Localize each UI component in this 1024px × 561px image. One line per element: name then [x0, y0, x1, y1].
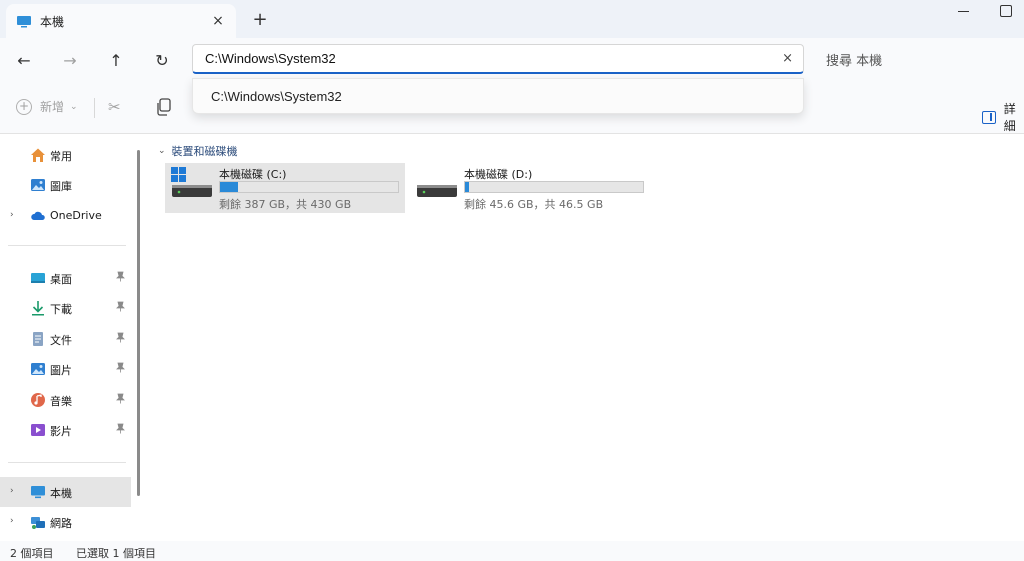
sidebar-item-videos[interactable]: 影片: [0, 415, 131, 445]
pin-icon[interactable]: [116, 423, 125, 437]
plus-icon: +: [16, 98, 32, 115]
sidebar-item-onedrive[interactable]: › OneDrive: [0, 201, 131, 231]
tab-strip: 本機 × +: [0, 0, 1024, 38]
tab-title: 本機: [40, 14, 65, 29]
refresh-button[interactable]: ↻: [148, 46, 176, 74]
sidebar-item-label: 圖庫: [50, 180, 72, 193]
sidebar-item-label: 網路: [50, 517, 72, 530]
chevron-right-icon[interactable]: ›: [10, 210, 14, 220]
chevron-down-icon: ⌄: [70, 101, 78, 112]
suggestion-item[interactable]: C:\Windows\System32: [211, 89, 342, 104]
selection-count: 已選取 1 個項目: [76, 547, 156, 560]
drive-c[interactable]: 本機磁碟 (C:) 剩餘 387 GB，共 430 GB: [165, 163, 405, 213]
address-suggestions: C:\Windows\System32: [192, 78, 804, 114]
divider: [94, 98, 95, 118]
windows-drive-icon: [171, 167, 213, 201]
drive-free-space: 剩餘 45.6 GB，共 46.5 GB: [464, 198, 604, 211]
pc-icon: [16, 15, 32, 28]
divider: [8, 245, 126, 246]
drive-name: 本機磁碟 (C:): [219, 168, 287, 181]
home-icon: [30, 147, 46, 163]
sidebar-item-label: 本機: [50, 487, 72, 500]
sidebar-item-gallery[interactable]: 圖庫: [0, 170, 131, 200]
drive-d[interactable]: 本機磁碟 (D:) 剩餘 45.6 GB，共 46.5 GB: [410, 163, 650, 213]
sidebar-item-label: 文件: [50, 334, 72, 347]
pictures-icon: [30, 361, 46, 377]
hard-drive-icon: [416, 167, 458, 201]
videos-icon: [30, 422, 46, 438]
address-input[interactable]: [205, 51, 765, 66]
sidebar-item-label: 下載: [50, 303, 72, 316]
new-label: 新增: [40, 100, 65, 114]
forward-button[interactable]: →: [56, 46, 84, 74]
pin-icon[interactable]: [116, 393, 125, 407]
network-icon: [30, 514, 46, 530]
drive-usage-fill: [220, 182, 238, 192]
sidebar-item-label: 圖片: [50, 364, 72, 377]
copy-icon[interactable]: [156, 98, 172, 116]
sidebar-item-label: 音樂: [50, 395, 72, 408]
gallery-icon: [30, 177, 46, 193]
status-bar: 2 個項目 已選取 1 個項目: [0, 541, 1024, 561]
clear-address-icon[interactable]: ×: [782, 51, 793, 66]
content-pane: ⌄ 裝置和磁碟機 本機磁碟 (C:) 剩餘 387 GB，共 430 GB 本機…: [148, 135, 1024, 541]
sidebar-item-pictures[interactable]: 圖片: [0, 354, 131, 384]
sidebar-scrollbar[interactable]: [137, 150, 140, 496]
sidebar-item-network[interactable]: › 網路: [0, 507, 131, 537]
group-title: 裝置和磁碟機: [171, 145, 238, 158]
sidebar-item-label: 桌面: [50, 273, 72, 286]
sidebar-item-music[interactable]: 音樂: [0, 385, 131, 415]
sidebar-item-label: OneDrive: [50, 209, 102, 222]
pc-icon: [30, 484, 46, 500]
pin-icon[interactable]: [116, 362, 125, 376]
document-icon: [30, 331, 46, 347]
sidebar-item-label: 常用: [50, 150, 72, 163]
sidebar-item-this-pc[interactable]: › 本機: [0, 477, 131, 507]
pin-icon[interactable]: [116, 332, 125, 346]
sidebar-item-desktop[interactable]: 桌面: [0, 263, 131, 293]
chevron-right-icon[interactable]: ›: [10, 486, 14, 496]
details-label: 詳細: [1003, 102, 1016, 133]
sidebar-item-home[interactable]: 常用: [0, 140, 131, 170]
navigation-bar: ← → ↑ ↻ × 搜尋 本機: [0, 38, 1024, 82]
drive-usage-fill: [465, 182, 469, 192]
maximize-button[interactable]: [1000, 5, 1012, 17]
chevron-right-icon[interactable]: ›: [10, 516, 14, 526]
music-icon: [30, 392, 46, 408]
cloud-icon: [30, 208, 46, 224]
minimize-button[interactable]: [956, 10, 972, 12]
tab-this-pc[interactable]: 本機 ×: [6, 4, 236, 38]
pin-icon[interactable]: [116, 301, 125, 315]
navigation-pane: 常用 圖庫 › OneDrive 桌面 下載 文件 圖片 音樂 影片 › 本機 …: [0, 135, 146, 541]
close-icon[interactable]: ×: [210, 13, 226, 29]
up-button[interactable]: ↑: [102, 46, 130, 74]
sidebar-item-documents[interactable]: 文件: [0, 324, 131, 354]
back-button[interactable]: ←: [10, 46, 38, 74]
divider: [8, 462, 126, 463]
details-pane-icon: [982, 110, 996, 124]
drive-usage-bar: [219, 181, 399, 193]
details-button[interactable]: 詳細: [982, 100, 1024, 134]
new-tab-button[interactable]: +: [250, 10, 270, 30]
cut-icon[interactable]: ✂: [108, 98, 121, 116]
devices-group-header[interactable]: ⌄ 裝置和磁碟機: [158, 143, 238, 159]
chevron-down-icon: ⌄: [158, 146, 166, 156]
sidebar-item-label: 影片: [50, 425, 72, 438]
drive-name: 本機磁碟 (D:): [464, 168, 533, 181]
drive-free-space: 剩餘 387 GB，共 430 GB: [219, 198, 352, 211]
address-bar[interactable]: ×: [192, 44, 804, 74]
desktop-icon: [30, 270, 46, 286]
sidebar-item-downloads[interactable]: 下載: [0, 293, 131, 323]
search-box[interactable]: 搜尋 本機: [826, 50, 882, 69]
drive-usage-bar: [464, 181, 644, 193]
pin-icon[interactable]: [116, 271, 125, 285]
download-icon: [30, 300, 46, 316]
new-button[interactable]: + 新增 ⌄: [16, 98, 78, 115]
item-count: 2 個項目: [10, 547, 54, 560]
